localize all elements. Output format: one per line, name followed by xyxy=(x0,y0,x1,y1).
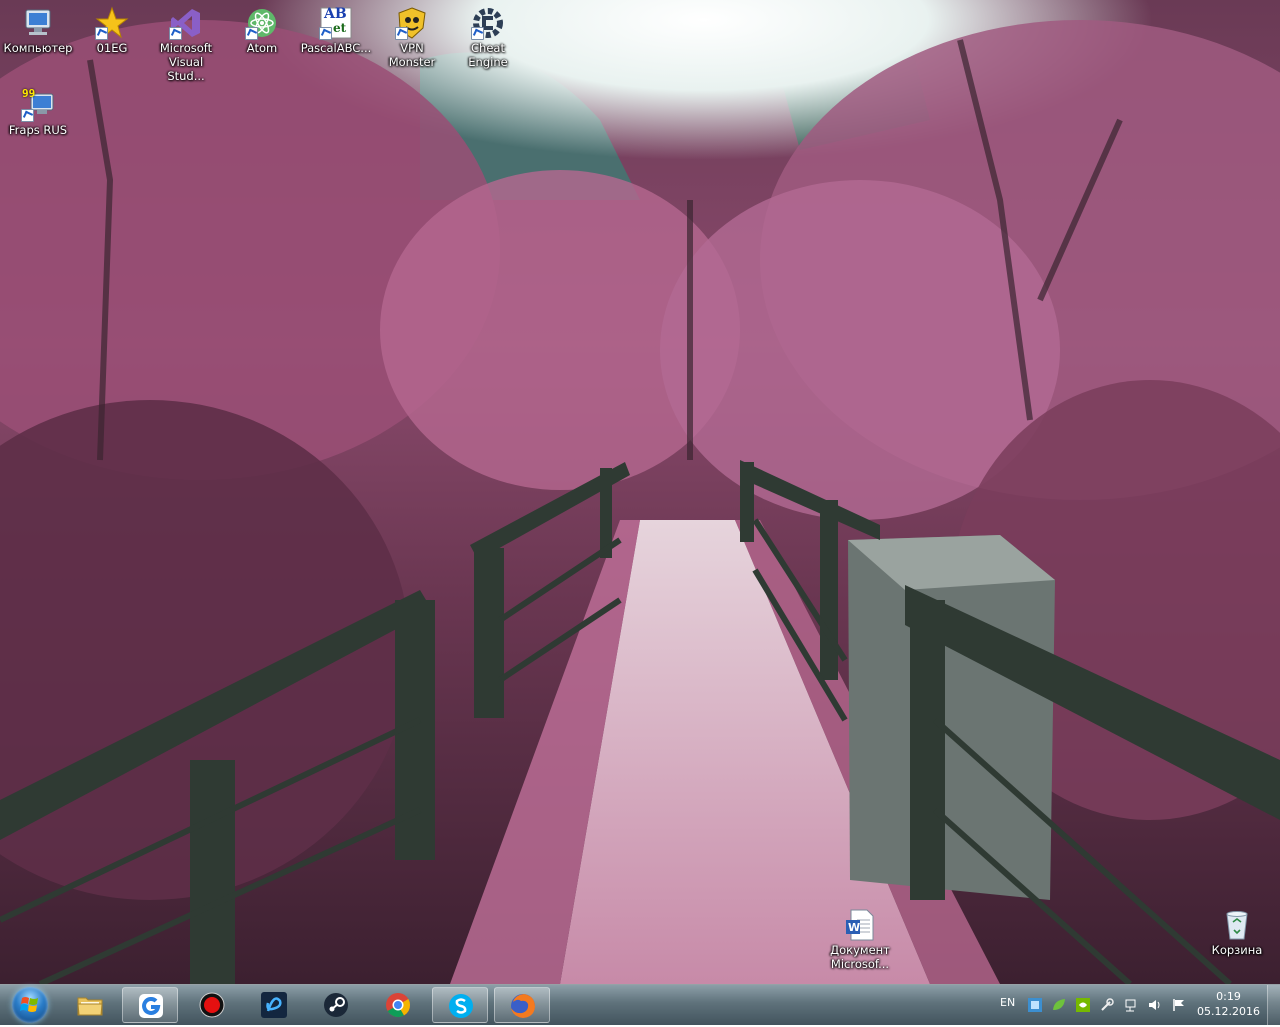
taskbar-battlenet-button[interactable] xyxy=(246,987,302,1023)
fraps-badge-text: 99 xyxy=(22,87,36,100)
network-monitor-icon[interactable] xyxy=(1028,997,1042,1012)
clock[interactable]: 0:19 05.12.2016 xyxy=(1197,989,1260,1019)
shortcut-arrow-icon xyxy=(169,27,182,40)
skype-icon xyxy=(447,992,475,1020)
cheat-engine-icon xyxy=(471,6,505,40)
star-icon xyxy=(95,6,129,40)
desktop-icon-fraps[interactable]: 99 Fraps RUS xyxy=(0,82,76,137)
desktop-icon-pascalabc[interactable]: AB et PascalABC... xyxy=(298,0,374,55)
taskbar-explorer-button[interactable] xyxy=(62,987,118,1023)
desktop-icon-label: Microsoft Visual Stud... xyxy=(159,41,213,83)
desktop-icon-label: PascalABC... xyxy=(300,41,372,55)
shortcut-arrow-icon xyxy=(21,109,34,122)
chrome-icon xyxy=(384,991,412,1019)
folder-icon xyxy=(76,991,104,1019)
firefox-icon xyxy=(509,992,537,1020)
shortcut-arrow-icon xyxy=(245,27,258,40)
clock-date: 05.12.2016 xyxy=(1197,1005,1260,1018)
show-desktop-button[interactable] xyxy=(1267,985,1280,1025)
vpn-icon xyxy=(395,6,429,40)
language-indicator[interactable]: EN xyxy=(1000,996,1015,1009)
shortcut-arrow-icon xyxy=(95,27,108,40)
pascal-glyph-text: et xyxy=(333,21,347,35)
desktop-icon-label: Atom xyxy=(246,41,278,55)
desktop-icon-label: VPN Monster xyxy=(388,41,436,69)
wallpaper-bridge-illustration xyxy=(0,0,1280,984)
desktop-icon-label: Fraps RUS xyxy=(8,123,68,137)
steam-icon xyxy=(322,991,350,1019)
system-tray: EN 0:19 05.12.2016 xyxy=(980,985,1280,1025)
record-icon xyxy=(198,991,226,1019)
desktop-icon-label: Компьютер xyxy=(3,41,73,55)
nvidia-icon[interactable] xyxy=(1076,997,1090,1012)
desktop-icon-cheat-engine[interactable]: Cheat Engine xyxy=(450,0,526,69)
taskbar-skype-button[interactable] xyxy=(432,987,488,1023)
windows-orb-icon xyxy=(12,987,48,1023)
volume-icon[interactable] xyxy=(1148,997,1162,1011)
pascal-glyph-text: AB xyxy=(324,6,347,22)
battlenet-icon xyxy=(260,991,288,1019)
desktop-icon-label: 01EG xyxy=(96,41,128,55)
desktop-icon-computer[interactable]: Компьютер xyxy=(0,0,76,55)
green-leaf-icon[interactable] xyxy=(1052,997,1066,1011)
start-button[interactable] xyxy=(6,987,54,1023)
desktop-icon-01eg[interactable]: 01EG xyxy=(74,0,150,55)
shortcut-arrow-icon xyxy=(395,27,408,40)
taskbar-g-app-button[interactable] xyxy=(122,987,178,1023)
shortcut-arrow-icon xyxy=(471,27,484,40)
desktop-icon-label: Cheat Engine xyxy=(468,41,508,69)
computer-icon xyxy=(21,6,55,40)
desktop-icon-visual-studio[interactable]: Microsoft Visual Stud... xyxy=(148,0,224,83)
action-center-flag-icon[interactable] xyxy=(1172,997,1186,1011)
taskbar-steam-button[interactable] xyxy=(308,987,364,1023)
desktop-icon-label: Корзина xyxy=(1211,943,1263,957)
taskbar-recorder-button[interactable] xyxy=(184,987,240,1023)
desktop-icon-vpn-monster[interactable]: VPN Monster xyxy=(374,0,450,69)
desktop-wallpaper xyxy=(0,0,1280,984)
taskbar-firefox-button[interactable] xyxy=(494,987,550,1023)
taskbar-chrome-button[interactable] xyxy=(370,987,426,1023)
desktop-icon-label: Документ Microsof... xyxy=(830,943,890,971)
network-icon[interactable] xyxy=(1124,997,1138,1012)
shortcut-arrow-icon xyxy=(319,27,332,40)
g-app-icon xyxy=(137,992,165,1020)
recycle-bin-icon xyxy=(1220,908,1254,942)
tools-icon[interactable] xyxy=(1100,997,1114,1011)
taskbar: EN 0:19 05.12.2016 xyxy=(0,984,1280,1025)
atom-icon xyxy=(245,6,279,40)
clock-time: 0:19 xyxy=(1216,990,1241,1003)
desktop-icon-word-document[interactable]: W Документ Microsof... xyxy=(822,902,898,971)
desktop-icon-recycle-bin[interactable]: Корзина xyxy=(1199,902,1275,957)
desktop-icon-atom[interactable]: Atom xyxy=(224,0,300,55)
word-glyph-text: W xyxy=(848,921,861,934)
fraps-icon: 99 xyxy=(21,87,55,122)
visual-studio-icon xyxy=(169,6,203,40)
word-document-icon: W xyxy=(843,908,877,942)
pascal-icon: AB et xyxy=(319,6,353,40)
